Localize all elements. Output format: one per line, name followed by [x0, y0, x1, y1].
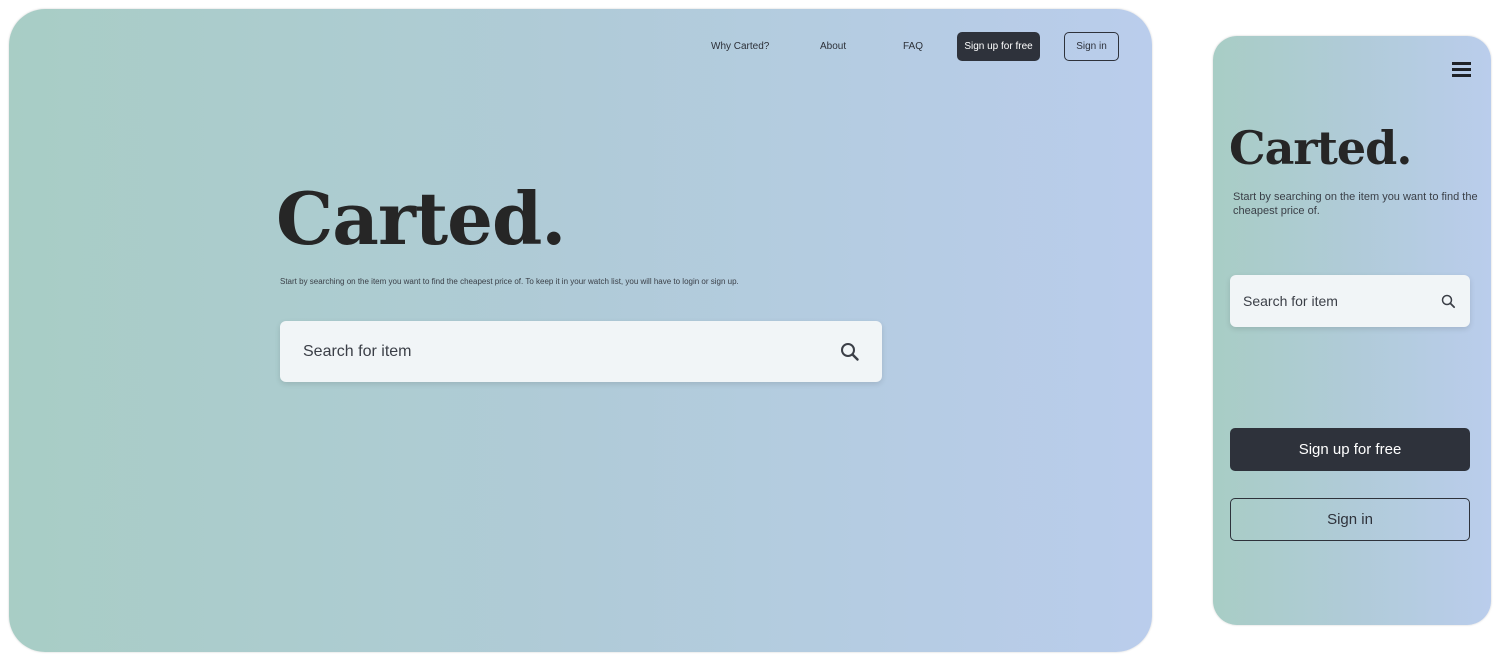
desktop-frame: Why Carted? About FAQ Sign up for free S…	[9, 9, 1152, 652]
search-icon[interactable]	[840, 342, 860, 362]
search-icon[interactable]	[1441, 294, 1456, 309]
nav-link-about[interactable]: About	[820, 41, 846, 52]
nav-link-faq[interactable]: FAQ	[903, 41, 923, 52]
mobile-tagline: Start by searching on the item you want …	[1233, 191, 1478, 217]
mobile-search-placeholder: Search for item	[1243, 293, 1338, 309]
signup-button-label: Sign up for free	[964, 41, 1033, 52]
logo: Carted.	[276, 176, 566, 261]
signin-button[interactable]: Sign in	[1064, 32, 1119, 61]
tagline: Start by searching on the item you want …	[280, 277, 739, 286]
search-input[interactable]: Search for item	[280, 321, 882, 382]
hamburger-menu-icon[interactable]	[1452, 61, 1471, 78]
mobile-signin-button-label: Sign in	[1327, 511, 1373, 528]
mobile-frame: Carted. Start by searching on the item y…	[1213, 36, 1491, 625]
mobile-signin-button[interactable]: Sign in	[1230, 498, 1470, 541]
mobile-signup-button-label: Sign up for free	[1298, 441, 1402, 458]
signup-button[interactable]: Sign up for free	[957, 32, 1040, 61]
signin-button-label: Sign in	[1076, 41, 1107, 52]
mobile-signup-button[interactable]: Sign up for free	[1230, 428, 1470, 471]
search-placeholder: Search for item	[303, 342, 412, 360]
mobile-logo: Carted.	[1229, 121, 1412, 175]
nav-link-why-carted[interactable]: Why Carted?	[711, 41, 769, 52]
mobile-search-input[interactable]: Search for item	[1230, 275, 1470, 327]
